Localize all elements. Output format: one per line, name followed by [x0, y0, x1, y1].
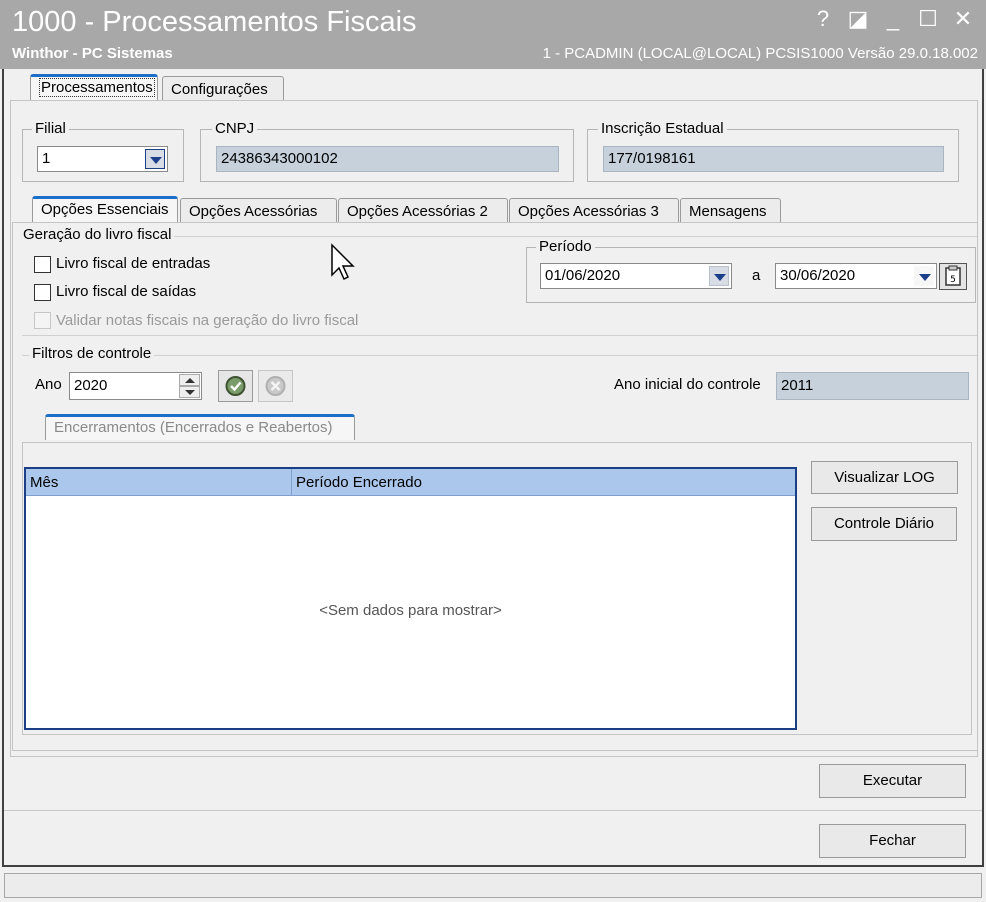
- tab-encerramentos[interactable]: Encerramentos (Encerrados e Reabertos): [45, 414, 355, 440]
- column-periodo-encerrado[interactable]: Período Encerrado: [292, 469, 795, 496]
- filtros-label: Filtros de controle: [29, 345, 155, 362]
- fechar-button[interactable]: Fechar: [819, 824, 966, 858]
- session-info: 1 - PCADMIN (LOCAL@LOCAL) PCSIS1000 Vers…: [542, 45, 978, 62]
- chevron-down-icon[interactable]: [145, 149, 165, 169]
- cancel-button: [258, 370, 293, 402]
- ano-label: Ano: [35, 376, 62, 393]
- periodo-inicio-input[interactable]: 01/06/2020: [540, 263, 732, 289]
- mouse-cursor-icon: [330, 243, 356, 283]
- visualizar-log-button[interactable]: Visualizar LOG: [811, 461, 958, 494]
- tab-label: Processamentos: [39, 78, 155, 97]
- window-subtitle: Winthor - PC Sistemas: [12, 45, 173, 62]
- restore-alt-icon[interactable]: ◪: [845, 6, 871, 32]
- divider: [4, 810, 982, 811]
- livro-saidas-checkbox[interactable]: [34, 284, 51, 301]
- executar-label: Executar: [862, 772, 923, 789]
- periodo-separator: a: [752, 267, 761, 284]
- grid-header: Mês Período Encerrado: [26, 469, 795, 496]
- livro-saidas-label[interactable]: Livro fiscal de saídas: [56, 283, 196, 300]
- calendar-icon[interactable]: 5: [939, 263, 967, 290]
- tab-opcoes-acessorias[interactable]: Opções Acessórias: [180, 198, 337, 224]
- arrow-up-icon[interactable]: [179, 374, 200, 386]
- empty-message: <Sem dados para mostrar>: [319, 602, 502, 619]
- tab-configuracoes[interactable]: Configurações: [162, 76, 284, 102]
- chevron-down-icon[interactable]: [914, 266, 934, 286]
- filtros-divider: [22, 355, 977, 356]
- help-icon[interactable]: ?: [810, 6, 836, 32]
- cnpj-label: CNPJ: [212, 120, 258, 137]
- tab-opcoes-acessorias-2[interactable]: Opções Acessórias 2: [338, 198, 508, 224]
- ano-inicial-label: Ano inicial do controle: [614, 376, 761, 393]
- tab-opcoes-essenciais[interactable]: Opções Essenciais: [32, 196, 178, 222]
- arrow-down-icon[interactable]: [179, 386, 200, 398]
- ie-label: Inscrição Estadual: [598, 120, 727, 137]
- periodo-inicio-value: 01/06/2020: [545, 267, 621, 284]
- window-title: 1000 - Processamentos Fiscais: [12, 6, 417, 38]
- confirm-button[interactable]: [218, 370, 253, 402]
- ano-value: 2020: [74, 377, 108, 394]
- visualizar-log-label: Visualizar LOG: [834, 469, 935, 486]
- encerramentos-grid[interactable]: Mês Período Encerrado <Sem dados para mo…: [24, 467, 797, 730]
- periodo-fim-input[interactable]: 30/06/2020: [775, 263, 937, 289]
- x-circle-icon: [265, 376, 286, 396]
- check-circle-icon: [225, 376, 246, 396]
- tab-opcoes-acessorias-3[interactable]: Opções Acessórias 3: [509, 198, 679, 224]
- close-icon[interactable]: ✕: [950, 6, 976, 32]
- ano-inicial-field: 2011: [776, 372, 969, 400]
- controle-diario-label: Controle Diário: [833, 515, 935, 532]
- title-bar: 1000 - Processamentos Fiscais Winthor - …: [0, 0, 986, 69]
- minimize-icon[interactable]: _: [880, 6, 906, 32]
- chevron-down-icon[interactable]: [709, 266, 729, 286]
- livro-entradas-label[interactable]: Livro fiscal de entradas: [56, 255, 210, 272]
- tab-processamentos[interactable]: Processamentos: [30, 74, 158, 100]
- filial-label: Filial: [32, 120, 69, 137]
- column-mes[interactable]: Mês: [26, 469, 292, 496]
- status-bar: [4, 873, 982, 898]
- periodo-fim-value: 30/06/2020: [780, 267, 856, 284]
- livro-fiscal-label: Geração do livro fiscal: [20, 226, 175, 243]
- livro-entradas-checkbox[interactable]: [34, 256, 51, 273]
- executar-button[interactable]: Executar: [819, 764, 966, 798]
- fechar-label: Fechar: [869, 832, 916, 849]
- tab-mensagens[interactable]: Mensagens: [680, 198, 781, 224]
- validar-notas-checkbox: [34, 312, 51, 329]
- controle-diario-button[interactable]: Controle Diário: [811, 507, 957, 541]
- periodo-label: Período: [536, 238, 595, 255]
- maximize-icon[interactable]: ☐: [915, 6, 941, 32]
- svg-text:5: 5: [950, 275, 956, 285]
- ie-field: 177/0198161: [603, 146, 944, 172]
- filial-select[interactable]: 1: [37, 146, 168, 172]
- validar-notas-label: Validar notas fiscais na geração do livr…: [56, 312, 359, 329]
- cnpj-field: 24386343000102: [216, 146, 559, 172]
- filial-value: 1: [42, 150, 51, 167]
- ano-stepper[interactable]: 2020: [69, 372, 202, 400]
